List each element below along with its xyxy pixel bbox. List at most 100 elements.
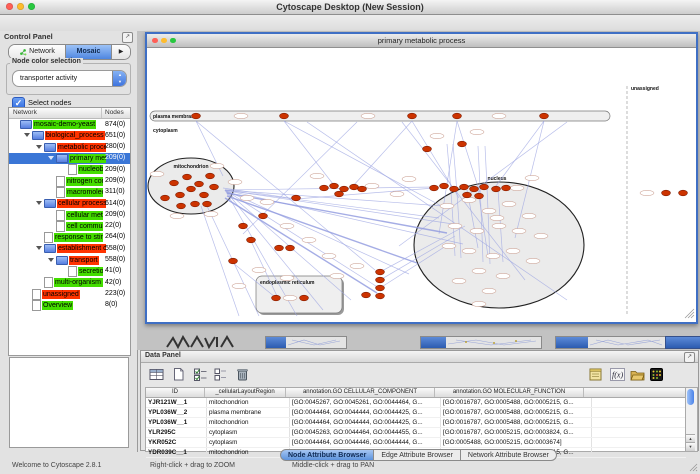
tab-node-attribute-browser[interactable]: Node Attribute Browser [280, 449, 374, 461]
file-icon [68, 164, 77, 175]
minimized-window-titlebar[interactable] [665, 336, 700, 349]
select-nodes-label: Select nodes [28, 98, 71, 107]
tab-mosaic-label: Mosaic [77, 46, 101, 58]
col-header-function[interactable]: annotation.GO MOLECULAR_FUNCTION [435, 388, 584, 397]
tree-expander-spacer [59, 267, 68, 276]
tree-indent [9, 147, 35, 148]
tree-row[interactable]: unassigned223(0) [9, 288, 130, 299]
tree-row-label: macromolecule metabolic process [66, 188, 103, 197]
network-tree: Network Nodes mosaic-demo-yeast874(0)bio… [8, 107, 131, 356]
file-icon [56, 221, 65, 232]
attribute-table-header: ID _cellularLayoutRegion annotation.GO C… [146, 388, 686, 398]
attribute-table-icon[interactable] [149, 367, 164, 382]
col-header-component[interactable]: annotation.GO CELLULAR_COMPONENT [286, 388, 435, 397]
col-header-region[interactable]: _cellularLayoutRegion [205, 388, 286, 397]
table-scrollbar[interactable]: ▲ ▼ [685, 387, 698, 452]
network-window-titlebar[interactable]: primary metabolic process [147, 34, 696, 48]
new-attribute-icon[interactable] [171, 367, 186, 382]
control-panel-float-icon[interactable]: ↗ [122, 32, 133, 43]
tree-row[interactable]: multi-organism process42(0) [9, 277, 130, 288]
folder-icon [44, 199, 56, 208]
table-row[interactable]: YLR295Ccytoplasm[GO:0045263, GO:0044464,… [146, 428, 686, 438]
table-row[interactable]: YPL036W__1mitochondrion[GO:0044464, GO:0… [146, 418, 686, 428]
tree-expander-icon[interactable] [35, 143, 44, 152]
minimized-network-sketch[interactable] [165, 335, 235, 349]
tree-row[interactable]: macromolecule metabolic process311(0) [9, 187, 130, 198]
table-cell [592, 438, 686, 447]
folder-icon [56, 154, 68, 163]
tree-row[interactable]: response to stimulus264(0) [9, 232, 130, 243]
tree-row[interactable]: cellular metabolic process209(0) [9, 209, 130, 220]
tree-row[interactable]: primary metabolic process209(0) [9, 153, 130, 164]
minimized-window[interactable] [265, 336, 347, 349]
network-view-window[interactable]: primary metabolic process plasma membran… [145, 32, 698, 324]
tree-expander-icon[interactable] [35, 199, 44, 208]
app-resize-grip-icon[interactable] [688, 462, 698, 472]
file-icon [56, 210, 65, 221]
minimized-window[interactable] [420, 336, 542, 349]
birds-eye-view[interactable] [9, 357, 129, 448]
table-cell: plasma membrane [207, 408, 290, 417]
attribute-browser-tabs: Node Attribute Browser Edge Attribute Br… [280, 449, 557, 461]
tree-row-label: metabolic process [57, 143, 106, 152]
tree-row[interactable]: nucleobase-containing compound metabolic… [9, 164, 130, 175]
table-row[interactable]: YPL036W__2plasma membrane[GO:0044464, GO… [146, 408, 686, 418]
tree-row[interactable]: biological_process651(0) [9, 130, 130, 141]
function-builder-icon[interactable]: f(x) [610, 367, 625, 382]
matrix-icon[interactable] [649, 367, 664, 382]
tree-expander-spacer [35, 233, 44, 242]
col-header-id[interactable]: ID [146, 388, 205, 397]
tree-row-label: unassigned [42, 290, 80, 299]
minimized-window[interactable] [555, 336, 667, 349]
tree-expander-icon[interactable] [35, 244, 44, 253]
table-row[interactable]: YKR052Ccytoplasm[GO:0044464, GO:0044446,… [146, 438, 686, 448]
tree-row-label: Overview [42, 301, 73, 310]
table-row[interactable]: YJR121W__1mitochondrion[GO:0045267, GO:0… [146, 398, 686, 408]
tree-row-node-count: 42(0) [105, 279, 121, 286]
attribute-editor-icon[interactable] [588, 367, 603, 382]
window-resize-grip-icon[interactable] [685, 309, 694, 318]
tree-row-label: cellular metabolic process [66, 211, 103, 220]
delete-attribute-icon[interactable] [235, 367, 250, 382]
minimized-window-preview [446, 337, 539, 348]
endoplasmic-reticulum-label: endoplasmic reticulum [260, 280, 315, 286]
tree-row-label: mosaic-demo-yeast [33, 120, 96, 129]
color-attribute-dropdown[interactable]: transporter activity ▲▼ [12, 70, 127, 87]
tab-mosaic[interactable]: Mosaic [65, 45, 112, 59]
tree-row[interactable]: secretion41(0) [9, 266, 130, 277]
tree-header-divider[interactable] [101, 108, 102, 118]
table-cell: [GO:0016787, GO:0005488, GO:0005215, G..… [441, 408, 592, 417]
tree-expander-icon[interactable] [47, 154, 56, 163]
network-canvas[interactable]: plasma membrane cytoplasm mitochondrion … [147, 48, 696, 320]
folder-icon [44, 244, 56, 253]
tree-expander-spacer [59, 165, 68, 174]
tree-indent [9, 226, 47, 227]
tree-row[interactable]: transport558(0) [9, 255, 130, 266]
folder-icon [20, 120, 32, 129]
import-table-icon[interactable] [630, 367, 645, 382]
tree-row[interactable]: Overview8(0) [9, 300, 130, 311]
tree-expander-icon[interactable] [47, 256, 56, 265]
tab-overflow-arrow[interactable]: ▶ [112, 45, 130, 59]
tree-indent [9, 294, 23, 295]
tree-row[interactable]: nitrogen compound metabolic process209(0… [9, 175, 130, 186]
tree-row[interactable]: mosaic-demo-yeast874(0) [9, 119, 130, 130]
tree-row[interactable]: establishment of localization558(0) [9, 243, 130, 254]
tab-network[interactable]: Network [9, 45, 65, 59]
scrollbar-thumb[interactable] [687, 389, 694, 405]
select-attributes-icon[interactable] [193, 367, 208, 382]
file-icon [68, 266, 77, 277]
tree-row-node-count: 264(0) [105, 233, 125, 240]
unselect-attributes-icon[interactable] [213, 367, 228, 382]
tree-expander-icon[interactable] [23, 131, 32, 140]
tree-row[interactable]: metabolic process280(0) [9, 142, 130, 153]
tree-row[interactable]: cell communication22(0) [9, 221, 130, 232]
tab-edge-attribute-browser[interactable]: Edge Attribute Browser [374, 449, 461, 461]
dropdown-stepper-icon: ▲▼ [112, 71, 127, 86]
tree-expander-spacer [47, 177, 56, 186]
scrollbar-down-icon[interactable]: ▼ [686, 442, 695, 451]
app-title: Cytoscape Desktop (New Session) [0, 0, 700, 14]
data-panel-float-icon[interactable]: ↗ [684, 352, 695, 363]
tab-network-attribute-browser[interactable]: Network Attribute Browser [461, 449, 557, 461]
tree-row[interactable]: cellular process614(0) [9, 198, 130, 209]
